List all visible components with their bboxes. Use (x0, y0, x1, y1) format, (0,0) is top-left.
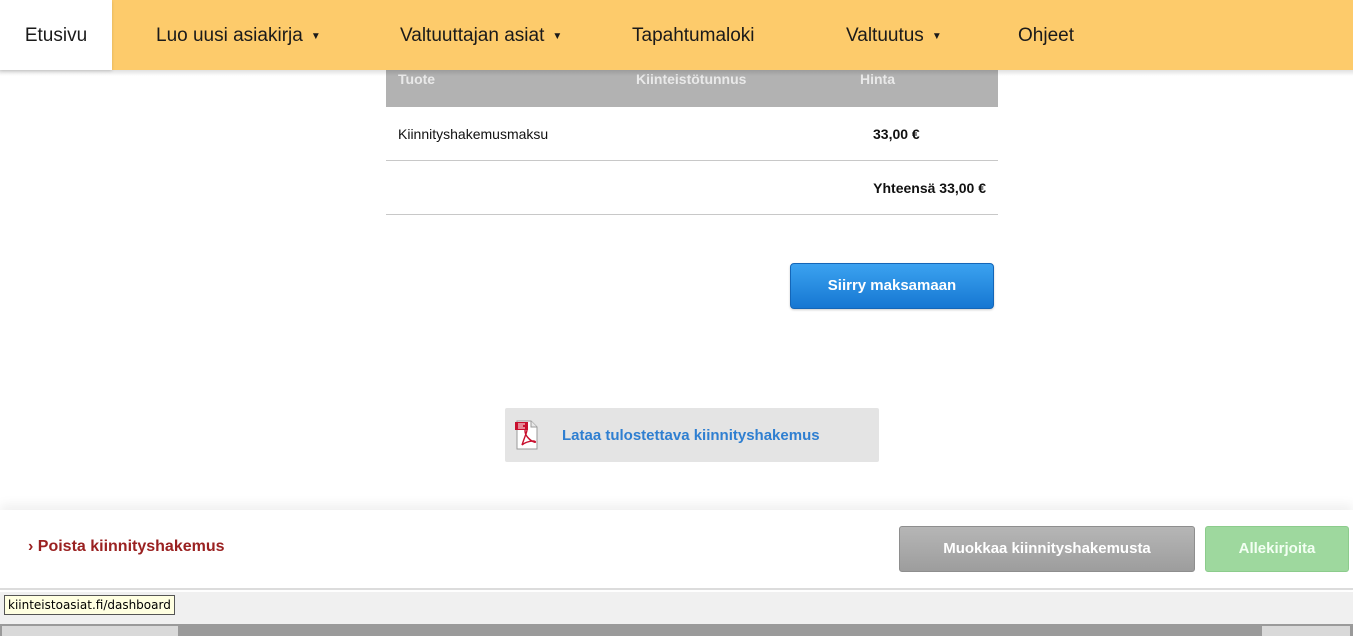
table-row: Kiinnityshakemusmaksu 33,00 € (386, 107, 998, 161)
sign-button[interactable]: Allekirjoita (1205, 526, 1349, 572)
status-bar-url: kiinteistoasiat.fi/dashboard (4, 595, 175, 615)
caret-down-icon: ▼ (931, 31, 942, 42)
top-navigation: Etusivu Luo uusi asiakirja ▼ Valtuuttajan… (0, 0, 1353, 70)
nav-item-label: Luo uusi asiakirja (156, 25, 303, 46)
download-label: Lataa tulostettava kiinnityshakemus (562, 427, 820, 444)
nav-item-label: Valtuutus (846, 25, 924, 46)
nav-item-luo-uusi-asiakirja[interactable]: Luo uusi asiakirja ▼ (156, 0, 321, 70)
nav-item-label: Valtuuttajan asiat (400, 25, 545, 46)
nav-item-valtuutus[interactable]: Valtuutus ▼ (846, 0, 942, 70)
total-row: Yhteensä 33,00 € (386, 161, 998, 215)
product-cell: Kiinnityshakemusmaksu (398, 126, 549, 142)
download-application-button[interactable]: Lataa tulostettava kiinnityshakemus (505, 408, 879, 462)
nav-item-label: Tapahtumaloki (632, 25, 755, 46)
caret-down-icon: ▼ (552, 31, 563, 42)
pdf-icon (515, 420, 538, 450)
payment-table: Tuote Kiinteistötunnus Hinta Kiinnitysha… (386, 70, 998, 215)
nav-item-tapahtumaloki[interactable]: Tapahtumaloki (632, 0, 755, 70)
caret-down-icon: ▼ (310, 31, 321, 42)
price-cell: 33,00 € (873, 126, 920, 142)
bottom-action-bar: › Poista kiinnityshakemus Muokkaa kiinni… (0, 510, 1353, 590)
nav-item-etusivu[interactable]: Etusivu (0, 0, 112, 70)
pay-button[interactable]: Siirry maksamaan (790, 263, 994, 309)
window-bottom-strip (0, 624, 1353, 636)
taskbar-segment (1262, 626, 1350, 636)
delete-application-link[interactable]: › Poista kiinnityshakemus (28, 538, 225, 556)
edit-application-button[interactable]: Muokkaa kiinnityshakemusta (899, 526, 1195, 572)
nav-item-valtuuttajan-asiat[interactable]: Valtuuttajan asiat ▼ (400, 0, 562, 70)
nav-item-label: Ohjeet (1018, 25, 1074, 46)
total-amount: Yhteensä 33,00 € (873, 180, 986, 196)
nav-shadow (0, 70, 1353, 76)
taskbar-segment (2, 626, 178, 636)
nav-item-ohjeet[interactable]: Ohjeet (1018, 0, 1074, 70)
nav-item-label: Etusivu (24, 25, 88, 46)
